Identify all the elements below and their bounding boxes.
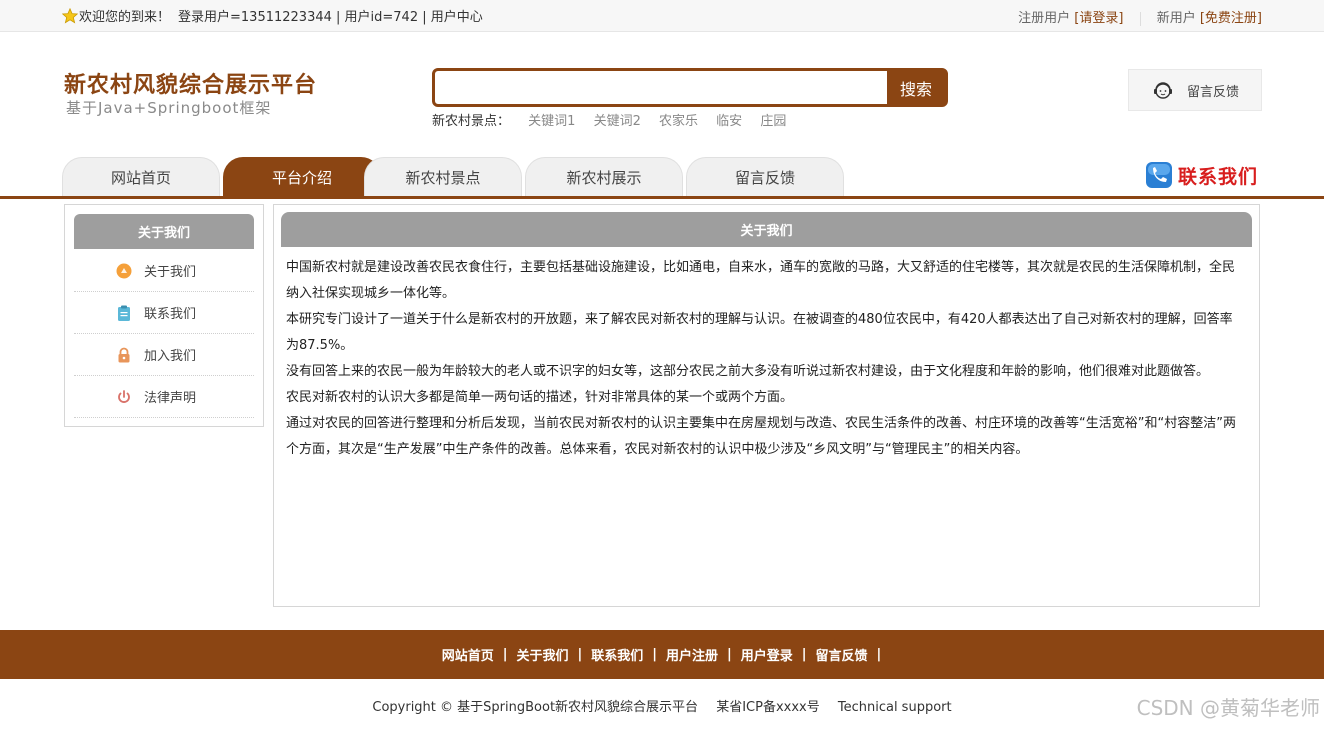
- search-button[interactable]: 搜索: [887, 71, 945, 104]
- footer-separator: |: [876, 647, 882, 662]
- star-icon: [61, 7, 79, 24]
- sidebar-item-about[interactable]: 关于我们: [74, 250, 254, 292]
- orange-circle-icon: [116, 263, 132, 279]
- welcome-area: 欢迎您的到来！ 登录用户=13511223344 | 用户id=742 | 用户…: [61, 6, 483, 25]
- hotwords-label: 新农村景点：: [432, 114, 511, 129]
- clipboard-icon: [116, 305, 132, 321]
- footer-link-register[interactable]: 用户注册: [666, 645, 718, 664]
- hotword-link[interactable]: 临安: [716, 114, 742, 129]
- sidebar-item-contact[interactable]: 联系我们: [74, 292, 254, 334]
- copyright-text: Copyright © 基于SpringBoot新农村风貌综合展示平台: [372, 700, 699, 715]
- content-paragraph: 中国新农村就是建设改善农民衣食住行，主要包括基础设施建设，比如通电，自来水，通车…: [286, 260, 1236, 301]
- content-paragraph: 没有回答上来的农民一般为年龄较大的老人或不识字的妇女等，这部分农民之前大多没有听…: [286, 364, 1210, 379]
- content-paragraph: 本研究专门设计了一道关于什么是新农村的开放题，来了解农民对新农村的理解与认识。在…: [286, 312, 1233, 353]
- hotwords: 新农村景点： 关键词1 关键词2 农家乐 临安 庄园: [432, 110, 786, 129]
- feedback-label: 留言反馈: [1187, 84, 1240, 100]
- content-paragraph: 通过对农民的回答进行整理和分析后发现，当前农民对新农村的认识主要集中在房屋规划与…: [286, 416, 1236, 457]
- register-prefix: 新用户: [1156, 11, 1196, 26]
- footer-separator: |: [727, 647, 732, 662]
- login-prefix: 注册用户: [1018, 11, 1071, 26]
- nav-showcase[interactable]: 新农村展示: [525, 157, 683, 197]
- nav-divider: [0, 196, 1324, 199]
- icp-text: 某省ICP备xxxx号: [716, 700, 820, 715]
- footer-link-contact[interactable]: 联系我们: [591, 645, 643, 664]
- nav-home[interactable]: 网站首页: [62, 157, 220, 197]
- watermark: CSDN @黄菊华老师: [1136, 696, 1320, 720]
- lock-icon: [116, 347, 132, 363]
- top-bar: 欢迎您的到来！ 登录用户=13511223344 | 用户id=742 | 用户…: [0, 0, 1324, 32]
- footer-separator: |: [652, 647, 657, 662]
- hotword-link[interactable]: 关键词2: [594, 114, 641, 129]
- site-title[interactable]: 新农村风貌综合展示平台: [64, 67, 317, 99]
- sidebar-item-label: 加入我们: [144, 349, 197, 364]
- register-link[interactable]: [免费注册]: [1200, 11, 1262, 26]
- nav-feedback[interactable]: 留言反馈: [686, 157, 844, 197]
- footer-link-login[interactable]: 用户登录: [741, 645, 793, 664]
- search-input[interactable]: [435, 71, 887, 104]
- hotword-link[interactable]: 农家乐: [659, 114, 698, 129]
- contact-us[interactable]: 联系我们: [1145, 161, 1258, 189]
- sidebar-title: 关于我们: [74, 214, 254, 249]
- power-icon: [116, 389, 132, 405]
- footer-link-feedback[interactable]: 留言反馈: [816, 645, 868, 664]
- footer-separator: |: [502, 647, 508, 662]
- content-body: 中国新农村就是建设改善农民衣食住行，主要包括基础设施建设，比如通电，自来水，通车…: [286, 255, 1244, 463]
- user-info[interactable]: 登录用户=13511223344 | 用户id=742 | 用户中心: [178, 6, 483, 25]
- sidebar: 关于我们 关于我们 联系我们 加入我们 法律声明: [64, 204, 264, 427]
- contact-label: 联系我们: [1178, 165, 1259, 188]
- welcome-text: 欢迎您的到来！: [79, 10, 171, 25]
- footer-nav: 网站首页 | 关于我们 | 联系我们 | 用户注册 | 用户登录 | 留言反馈 …: [0, 630, 1324, 679]
- support-text: Technical support: [837, 700, 952, 715]
- feedback-button[interactable]: 留言反馈: [1128, 69, 1262, 111]
- headset-icon: [1154, 82, 1172, 99]
- login-link[interactable]: [请登录]: [1074, 11, 1123, 26]
- auth-links: 注册用户 [请登录] 新用户 [免费注册]: [1018, 7, 1262, 26]
- nav-platform-intro[interactable]: 平台介绍: [223, 157, 381, 197]
- content-title: 关于我们: [281, 212, 1252, 247]
- hotword-link[interactable]: 庄园: [760, 114, 786, 129]
- sidebar-item-join[interactable]: 加入我们: [74, 334, 254, 376]
- phone-icon: [1146, 162, 1172, 188]
- footer-separator: |: [577, 647, 583, 662]
- footer-link-home[interactable]: 网站首页: [442, 645, 494, 664]
- sidebar-item-label: 关于我们: [144, 265, 197, 280]
- divider: [1139, 11, 1141, 26]
- sidebar-item-legal[interactable]: 法律声明: [74, 376, 254, 418]
- search-box: 搜索: [432, 68, 948, 107]
- footer-link-about[interactable]: 关于我们: [516, 645, 568, 664]
- content-paragraph: 农民对新农村的认识大多都是简单一两句话的描述，针对非常具体的某一个或两个方面。: [286, 390, 794, 405]
- site-subtitle: 基于Java+Springboot框架: [66, 99, 272, 117]
- sidebar-item-label: 联系我们: [144, 307, 197, 322]
- footer-separator: |: [801, 647, 807, 662]
- hotword-link[interactable]: 关键词1: [528, 114, 575, 129]
- sidebar-item-label: 法律声明: [144, 391, 197, 406]
- copyright: Copyright © 基于SpringBoot新农村风貌综合展示平台 某省IC…: [0, 696, 1324, 715]
- nav-scenic-spots[interactable]: 新农村景点: [364, 157, 522, 197]
- content-panel: 关于我们 中国新农村就是建设改善农民衣食住行，主要包括基础设施建设，比如通电，自…: [273, 204, 1260, 607]
